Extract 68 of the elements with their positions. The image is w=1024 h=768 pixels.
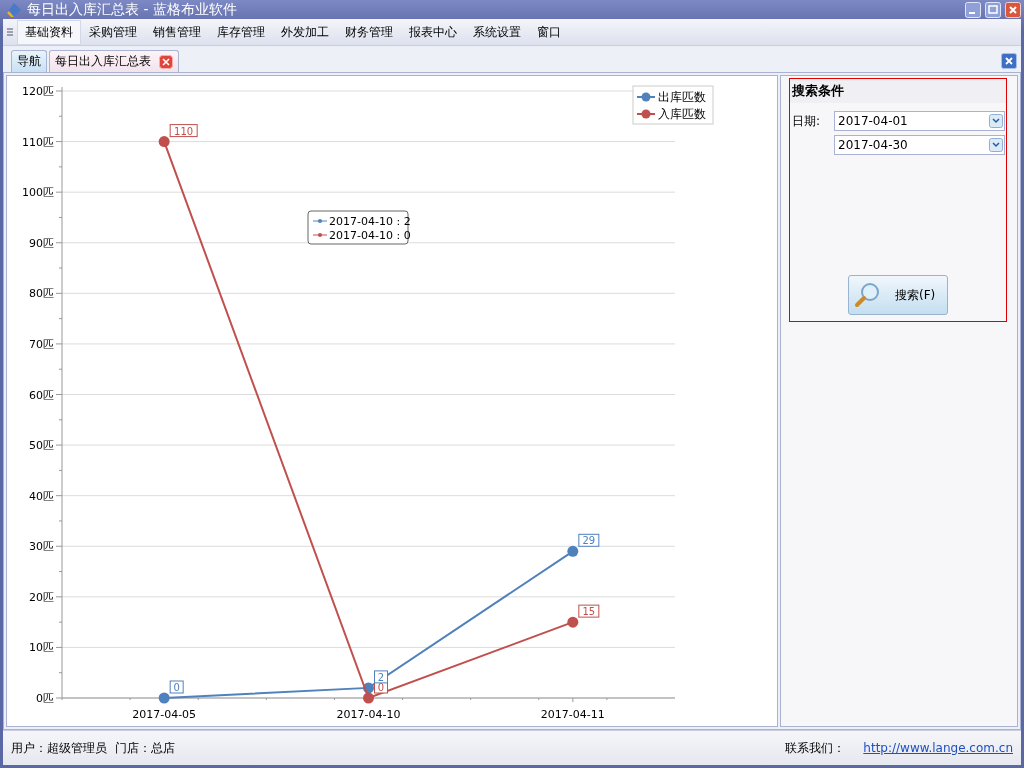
tab[interactable]: 导航 xyxy=(11,50,47,72)
legend-label: 入库匹数 xyxy=(658,107,706,121)
x-tick-label: 2017-04-05 xyxy=(132,708,197,721)
data-point xyxy=(567,616,579,628)
date-to-field[interactable]: 2017-04-30 xyxy=(834,135,1005,155)
store-text: 门店：总店 xyxy=(115,739,175,757)
minimize-button[interactable] xyxy=(965,1,981,18)
menu-item[interactable]: 财务管理 xyxy=(337,19,401,45)
y-tick-label: 90匹 xyxy=(29,236,54,250)
data-label: 2 xyxy=(374,670,388,684)
close-button[interactable] xyxy=(1005,1,1021,18)
maximize-button[interactable] xyxy=(985,1,1001,18)
tooltip-text: 2017-04-10 : 0 xyxy=(329,229,411,242)
data-label: 110 xyxy=(174,125,194,137)
menu-item[interactable]: 采购管理 xyxy=(81,19,145,45)
data-label: 29 xyxy=(578,533,600,547)
data-point xyxy=(158,136,170,148)
tooltip-text: 2017-04-10 : 2 xyxy=(329,215,411,228)
tooltip-marker-icon xyxy=(312,219,328,223)
user-text: 用户：超级管理员 xyxy=(11,739,107,757)
data-point xyxy=(363,692,374,704)
x-tick-label: 2017-04-10 xyxy=(336,708,401,721)
date-label: 日期: xyxy=(792,112,822,130)
close-icon[interactable] xyxy=(159,54,173,69)
contact-label: 联系我们： xyxy=(785,739,846,757)
date-from-field[interactable]: 2017-04-01 xyxy=(834,111,1005,131)
data-label: 29 xyxy=(582,535,596,547)
data-label: 15 xyxy=(582,606,596,618)
data-point xyxy=(158,692,170,704)
search-panel-title: 搜索条件 xyxy=(790,79,1006,103)
y-tick-label: 20匹 xyxy=(29,590,54,604)
tooltip-marker-icon xyxy=(312,233,328,237)
window-title: 每日出入库汇总表 - 蓝格布业软件 xyxy=(27,0,238,19)
y-tick-label: 70匹 xyxy=(29,337,54,351)
menu-item[interactable]: 库存管理 xyxy=(209,19,273,45)
website-link[interactable]: http://www.lange.com.cn xyxy=(863,741,1013,755)
close-icon[interactable] xyxy=(1001,53,1017,69)
data-label: 15 xyxy=(578,604,600,618)
legend-marker-icon xyxy=(636,92,656,102)
legend-label: 出库匹数 xyxy=(658,90,706,104)
menu-item[interactable]: 系统设置 xyxy=(465,19,529,45)
menu-item[interactable]: 窗口 xyxy=(529,19,569,45)
menu-item[interactable]: 报表中心 xyxy=(401,19,465,45)
data-label: 110 xyxy=(169,124,198,138)
data-label: 0 xyxy=(173,682,180,693)
y-tick-label: 50匹 xyxy=(29,439,54,453)
y-tick-label: 80匹 xyxy=(29,287,54,301)
tab[interactable]: 每日出入库汇总表 xyxy=(49,50,179,72)
y-tick-label: 0匹 xyxy=(36,692,54,705)
data-point xyxy=(567,545,579,557)
grip-icon xyxy=(7,27,13,37)
y-tick-label: 30匹 xyxy=(29,540,54,554)
y-tick-label: 10匹 xyxy=(29,641,54,655)
y-tick-label: 40匹 xyxy=(29,489,54,503)
magnifier-icon xyxy=(855,282,881,308)
data-label: 0 xyxy=(169,680,184,694)
y-tick-label: 110匹 xyxy=(22,135,54,149)
x-tick-label: 2017-04-11 xyxy=(540,708,605,721)
data-point xyxy=(363,682,374,694)
app-logo-icon xyxy=(5,0,23,19)
y-tick-label: 60匹 xyxy=(29,388,54,402)
menu-item[interactable]: 基础资料 xyxy=(17,19,81,45)
y-tick-label: 100匹 xyxy=(22,186,54,200)
search-button[interactable]: 搜索(F) xyxy=(848,275,948,315)
y-tick-label: 120匹 xyxy=(22,85,54,98)
legend-marker-icon xyxy=(636,109,656,119)
menu-item[interactable]: 销售管理 xyxy=(145,19,209,45)
menu-item[interactable]: 外发加工 xyxy=(273,19,337,45)
